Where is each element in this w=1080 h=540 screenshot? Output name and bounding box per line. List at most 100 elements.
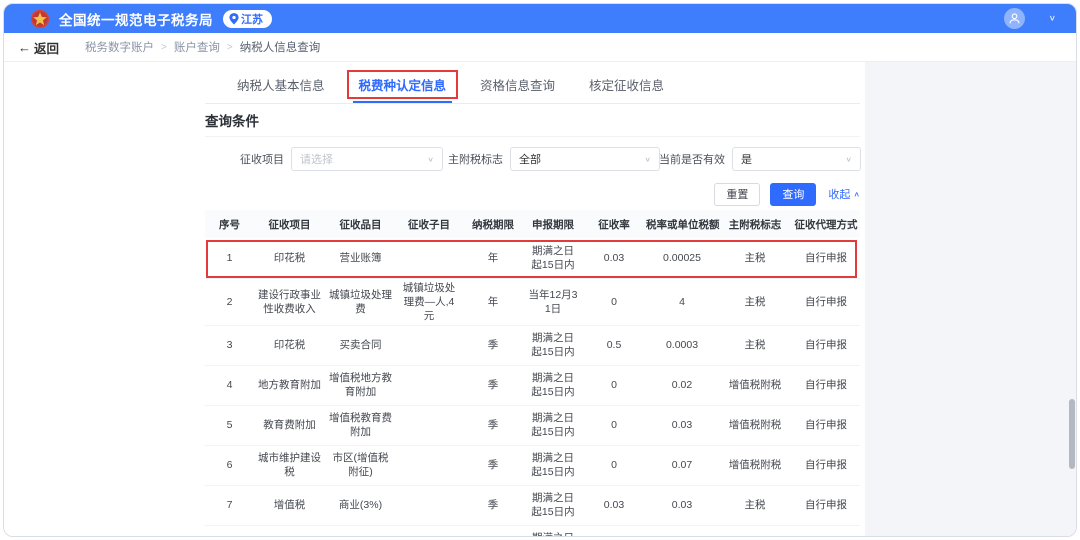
table-row: 5教育费附加增值税教育费附加季期满之日起15日内00.03增值税附税自行申报 [205, 405, 860, 445]
top-bar: 全国统一规范电子税务局 江苏 ∨ [4, 4, 1076, 33]
reset-button[interactable]: 重置 [714, 183, 760, 206]
table-cell: 自行申报 [792, 238, 860, 278]
filter-select-value: 全部 [519, 151, 541, 167]
table-cell: 0.00025 [646, 238, 718, 278]
table-cell: 自行申报 [792, 445, 860, 485]
tab-1[interactable]: 税费种认定信息 [357, 66, 449, 103]
column-header: 税率或单位税额 [646, 210, 718, 238]
table-cell: 0 [582, 405, 646, 445]
table-cell: 7 [205, 485, 254, 525]
table-cell: 印花税 [254, 238, 325, 278]
filter-group-1: 主附税标志全部∨ [448, 147, 660, 171]
tabs: 纳税人基本信息税费种认定信息资格信息查询核定征收信息 [205, 66, 860, 104]
column-header: 序号 [205, 210, 254, 238]
back-label: 返回 [34, 38, 59, 57]
table-cell [396, 325, 462, 365]
table-cell: 4 [646, 278, 718, 325]
breadcrumb: 税务数字账户>账户查询>纳税人信息查询 [85, 39, 320, 55]
column-header: 征收品目 [325, 210, 396, 238]
user-avatar[interactable] [1004, 8, 1025, 29]
table-cell: 增值税教育费附加 [325, 405, 396, 445]
table-cell: 自行申报 [792, 485, 860, 525]
table-cell: 季 [462, 485, 524, 525]
table-cell: 期满之日起15日内 [524, 525, 582, 537]
app-window: 全国统一规范电子税务局 江苏 ∨ ← 返回 税务数字账户>账户查询>纳税人信息查… [3, 3, 1077, 537]
table-cell: 期满之日起15日内 [524, 445, 582, 485]
table-cell: 季 [462, 445, 524, 485]
table-cell: 1 [205, 238, 254, 278]
breadcrumb-separator: > [161, 42, 167, 53]
table-cell: 教育费附加 [254, 405, 325, 445]
table-cell: 主税 [718, 525, 792, 537]
tab-0[interactable]: 纳税人基本信息 [235, 66, 327, 103]
search-button[interactable]: 查询 [770, 183, 816, 206]
chevron-up-icon: ∧ [853, 190, 860, 199]
table-cell: 季 [462, 405, 524, 445]
table-row: 6城市维护建设税市区(增值税附征)季期满之日起15日内00.07增值税附税自行申… [205, 445, 860, 485]
table-cell [396, 485, 462, 525]
table-cell [396, 238, 462, 278]
table-row: 8个人所得税工资薪金所得月期满之日起15日内00.2主税代扣代缴 [205, 525, 860, 537]
region-badge[interactable]: 江苏 [223, 10, 272, 28]
table-cell: 市区(增值税附征) [325, 445, 396, 485]
table-cell: 期满之日起15日内 [524, 325, 582, 365]
table-cell: 当年12月31日 [524, 278, 582, 325]
tab-3[interactable]: 核定征收信息 [587, 66, 666, 103]
user-icon [1008, 12, 1021, 25]
breadcrumb-item[interactable]: 纳税人信息查询 [240, 39, 321, 55]
table-cell: 营业账簿 [325, 238, 396, 278]
main-content: 纳税人基本信息税费种认定信息资格信息查询核定征收信息 查询条件 征收项目请选择∨… [4, 62, 1076, 536]
collapse-link[interactable]: 收起 ∧ [828, 186, 860, 202]
table-cell: 0.03 [582, 238, 646, 278]
tab-2[interactable]: 资格信息查询 [478, 66, 557, 103]
column-header: 征收代理方式 [792, 210, 860, 238]
column-header: 征收率 [582, 210, 646, 238]
table-cell [396, 445, 462, 485]
table-cell: 地方教育附加 [254, 365, 325, 405]
breadcrumb-item[interactable]: 账户查询 [174, 39, 220, 55]
account-chevron-down-icon[interactable]: ∨ [1049, 14, 1056, 23]
table-cell: 5 [205, 405, 254, 445]
table-cell: 增值税附税 [718, 445, 792, 485]
table-cell: 建设行政事业性收费收入 [254, 278, 325, 325]
column-header: 主附税标志 [718, 210, 792, 238]
filter-select[interactable]: 请选择∨ [291, 147, 443, 171]
table-cell: 自行申报 [792, 365, 860, 405]
table-cell: 主税 [718, 485, 792, 525]
section-divider [205, 136, 860, 137]
table-body: 1印花税营业账簿年期满之日起15日内0.030.00025主税自行申报2建设行政… [205, 238, 860, 537]
table-cell: 0.5 [582, 325, 646, 365]
table-cell: 印花税 [254, 325, 325, 365]
back-arrow-icon: ← [18, 40, 31, 55]
table-cell: 0.03 [646, 405, 718, 445]
breadcrumb-item[interactable]: 税务数字账户 [85, 39, 154, 55]
back-button[interactable]: ← 返回 [18, 38, 59, 57]
table-cell: 增值税附税 [718, 405, 792, 445]
table-cell: 年 [462, 238, 524, 278]
table-header: 序号征收项目征收品目征收子目纳税期限申报期限征收率税率或单位税额主附税标志征收代… [205, 210, 860, 238]
table-cell: 城镇垃圾处理费 [325, 278, 396, 325]
column-header: 征收子目 [396, 210, 462, 238]
table-cell: 4 [205, 365, 254, 405]
table-cell: 城市维护建设税 [254, 445, 325, 485]
table-cell: 买卖合同 [325, 325, 396, 365]
table-cell: 商业(3%) [325, 485, 396, 525]
table-cell: 0 [582, 445, 646, 485]
action-button-row: 重置 查询 收起 ∧ [205, 182, 860, 206]
tax-bureau-logo-icon [30, 9, 50, 29]
filter-label: 当前是否有效 [659, 151, 725, 167]
table-cell [396, 525, 462, 537]
table-cell: 主税 [718, 238, 792, 278]
filter-select[interactable]: 全部∨ [510, 147, 660, 171]
filter-select-value: 是 [741, 151, 752, 167]
result-table: 序号征收项目征收品目征收子目纳税期限申报期限征收率税率或单位税额主附税标志征收代… [205, 210, 860, 537]
table-cell: 0.03 [646, 485, 718, 525]
filter-group-0: 征收项目请选择∨ [240, 147, 443, 171]
filter-select[interactable]: 是∨ [732, 147, 861, 171]
table-cell: 6 [205, 445, 254, 485]
table-cell: 0.2 [646, 525, 718, 537]
table-cell: 0.0003 [646, 325, 718, 365]
scrollbar-thumb[interactable] [1069, 399, 1075, 469]
right-gutter [865, 62, 1076, 536]
region-badge-label: 江苏 [241, 11, 263, 27]
